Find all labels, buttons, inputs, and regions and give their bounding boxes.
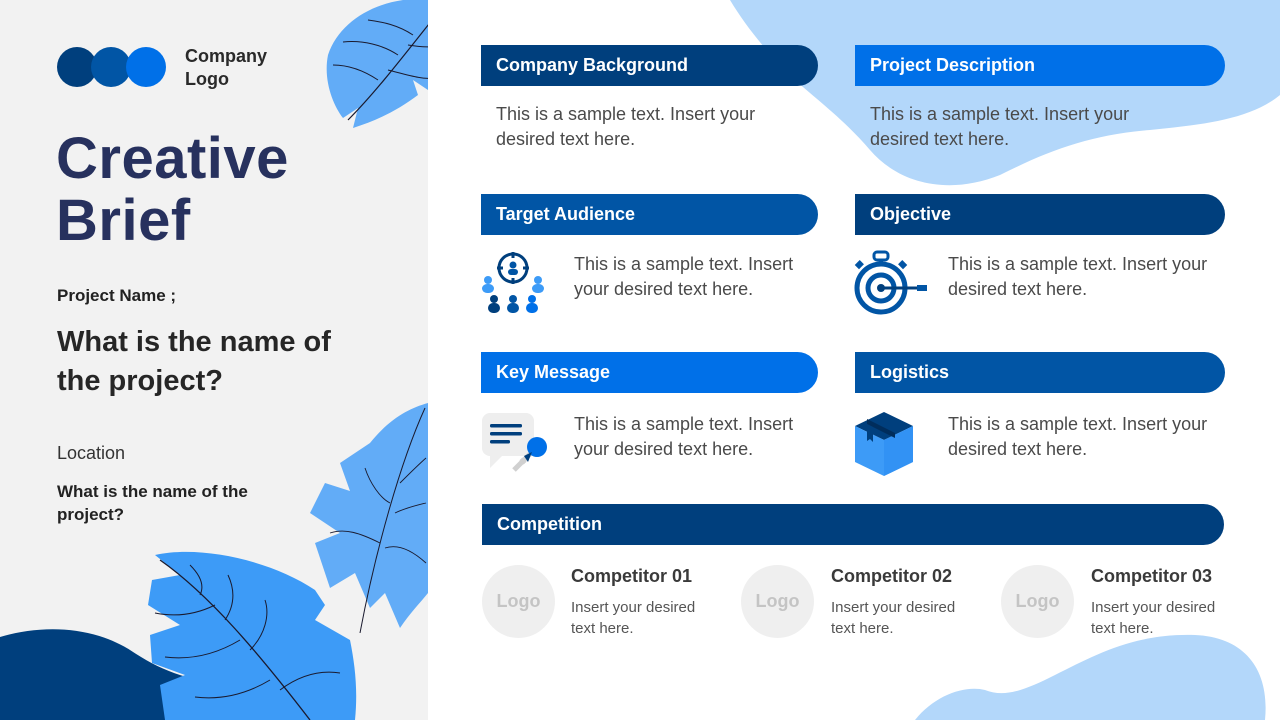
company-logo-mark [57,47,167,87]
competitor-2-name: Competitor 02 [831,566,953,586]
location-label: Location [57,443,126,463]
company-logo-text: Company Logo [185,46,268,89]
page-title: Creative Brief [56,128,289,252]
target-audience-header: Target Audience [481,194,818,235]
background-blob-bottom-right [915,634,1266,720]
competition-header: Competition [482,504,1224,545]
competitor-2-logo[interactable]: Logo [741,565,814,638]
logistics-header: Logistics [855,352,1225,393]
title-line-2: Brief [56,188,191,253]
company-background-text[interactable]: This is a sample text. Insert your desir… [496,102,786,152]
background-blob-top-right [730,0,1280,186]
message-key-icon [482,413,547,472]
competitor-1-desc[interactable]: Insert your desired text here. [571,597,721,639]
competitor-1-name: Competitor 01 [571,566,693,586]
leaf-decoration-bottom-large [148,551,357,720]
leaf-decoration-top [326,0,428,128]
competitor-3-name: Competitor 03 [1091,566,1213,586]
objective-header: Objective [855,194,1225,235]
key-message-text[interactable]: This is a sample text. Insert your desir… [574,412,814,462]
competitor-3-desc[interactable]: Insert your desired text here. [1091,597,1241,639]
stopwatch-target-icon [854,250,927,315]
dark-wave-bottom-left [0,629,232,720]
target-audience-text[interactable]: This is a sample text. Insert your desir… [574,252,814,302]
key-message-header: Key Message [481,352,818,393]
target-audience-icon [482,252,544,313]
title-line-1: Creative [56,126,289,191]
leaf-decoration-bottom-small [310,403,428,633]
competitor-1-logo[interactable]: Logo [482,565,555,638]
logistics-text[interactable]: This is a sample text. Insert your desir… [948,412,1238,462]
project-description-text[interactable]: This is a sample text. Insert your desir… [870,102,1160,152]
competitor-2-desc[interactable]: Insert your desired text here. [831,597,981,639]
company-background-header: Company Background [481,45,818,86]
project-name-value[interactable]: What is the name of the project? [57,323,357,401]
sidebar-panel: Company Logo Creative Brief Project Name… [0,0,428,720]
project-name-label: Project Name ; [57,286,177,305]
location-value[interactable]: What is the name of the project? [57,480,297,526]
project-description-header: Project Description [855,45,1225,86]
competitor-3-logo[interactable]: Logo [1001,565,1074,638]
package-box-icon [855,412,913,476]
objective-text[interactable]: This is a sample text. Insert your desir… [948,252,1238,302]
